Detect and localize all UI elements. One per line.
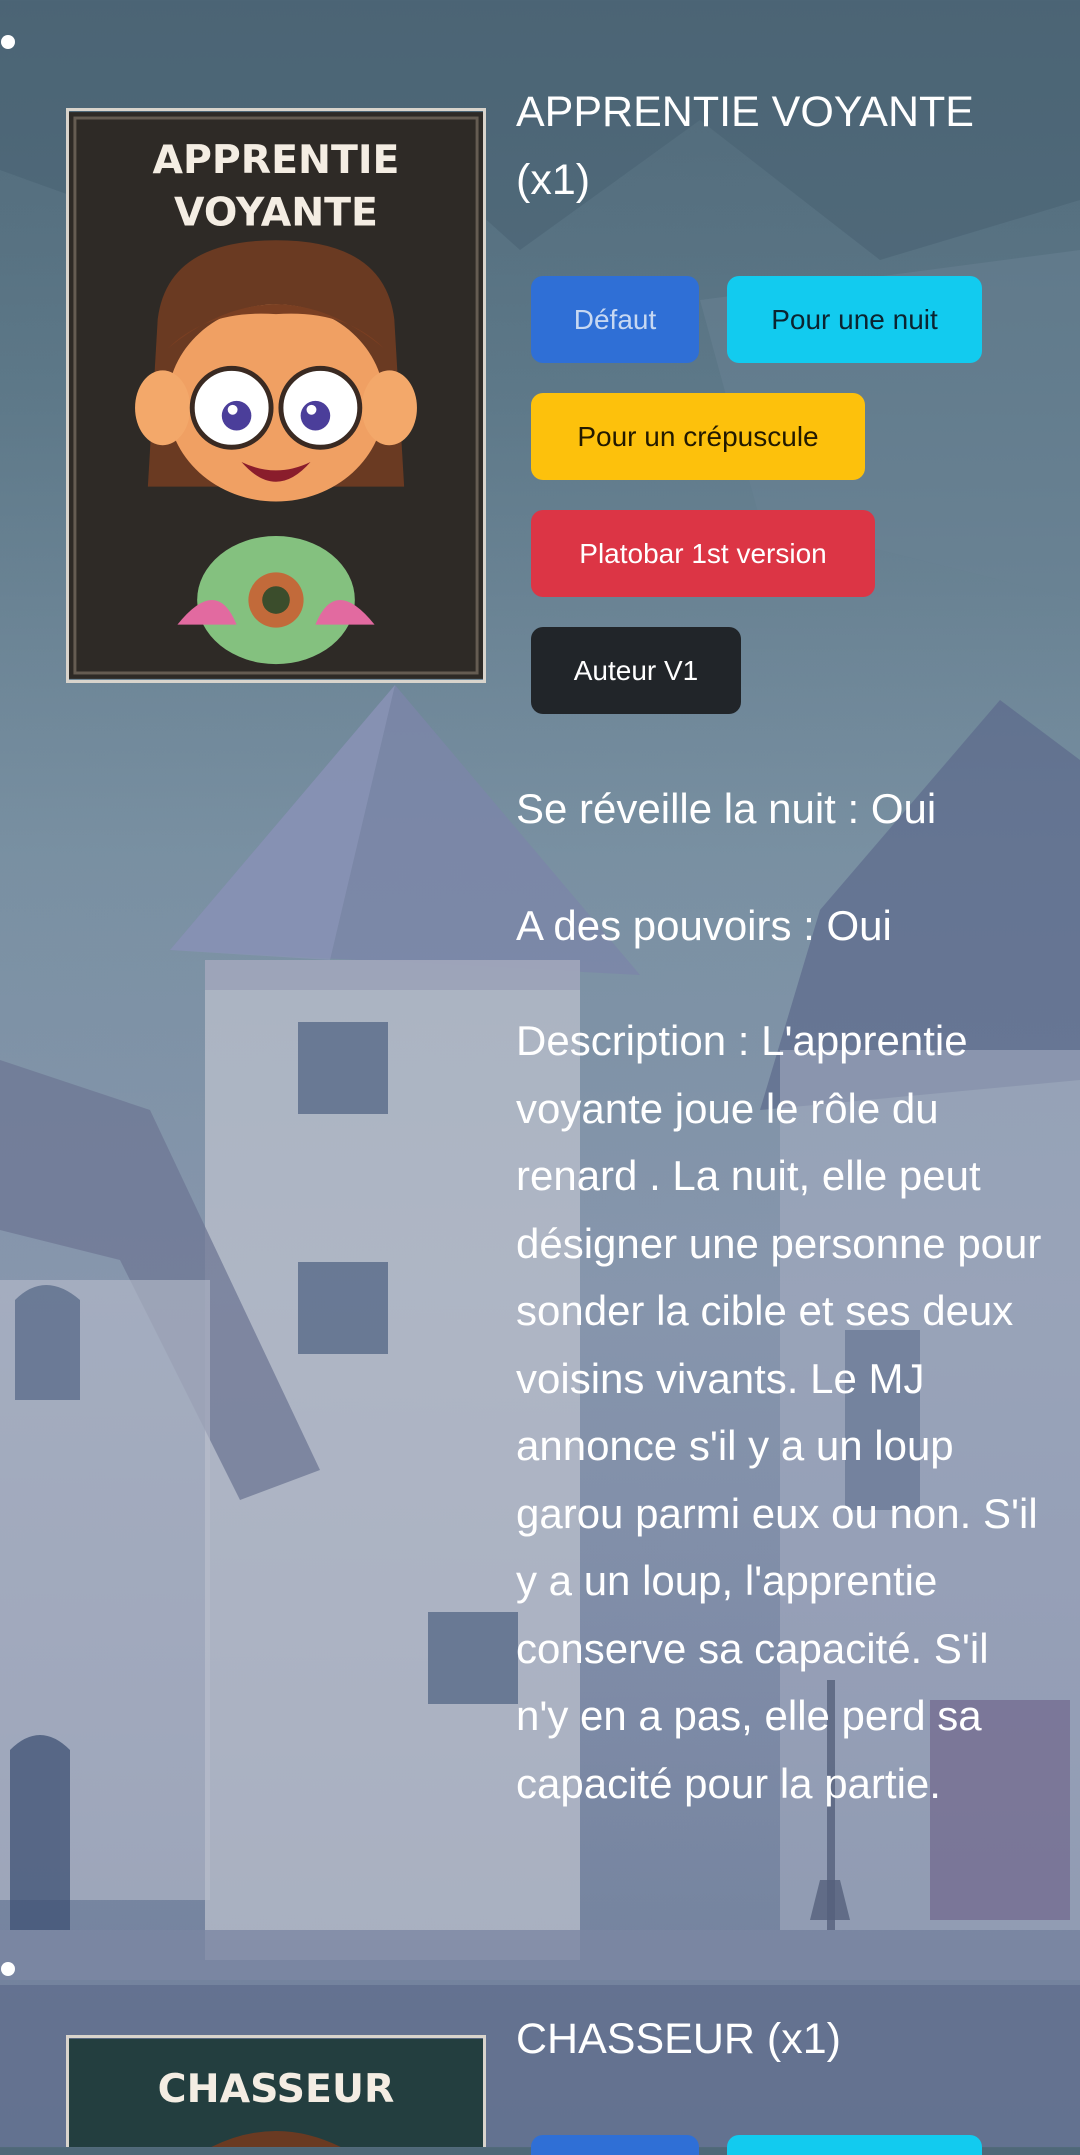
role-card-image: CHASSEUR bbox=[66, 2035, 486, 2147]
one-night-button[interactable]: Pour une nuit bbox=[727, 276, 982, 363]
twilight-button[interactable]: Pour un crépuscule bbox=[531, 393, 865, 480]
role-title: CHASSEUR (x1) bbox=[516, 2015, 841, 2063]
role-card-image: APPRENTIE VOYANTE bbox=[66, 108, 486, 683]
author-button[interactable]: Auteur V1 bbox=[531, 627, 741, 714]
card-title-line2: VOYANTE bbox=[174, 189, 378, 235]
default-button-partial[interactable] bbox=[531, 2135, 699, 2155]
list-bullet bbox=[1, 35, 15, 49]
platobar-button[interactable]: Platobar 1st version bbox=[531, 510, 875, 597]
list-bullet bbox=[1, 1962, 15, 1976]
card-illustration: APPRENTIE VOYANTE bbox=[69, 112, 483, 679]
role-title: APPRENTIE VOYANTE (x1) bbox=[516, 88, 974, 204]
has-powers-text: A des pouvoirs : Oui bbox=[516, 902, 892, 949]
card-title-line1: APPRENTIE bbox=[153, 137, 400, 183]
default-button[interactable]: Défaut bbox=[531, 276, 699, 363]
wakes-at-night-text: Se réveille la nuit : Oui bbox=[516, 785, 937, 832]
one-night-button-partial[interactable] bbox=[727, 2135, 982, 2155]
card-illustration: CHASSEUR bbox=[69, 2038, 483, 2147]
card-title-line1: CHASSEUR bbox=[158, 2066, 395, 2112]
role-description: Description : L'apprentie voyante joue l… bbox=[516, 1017, 1042, 1807]
